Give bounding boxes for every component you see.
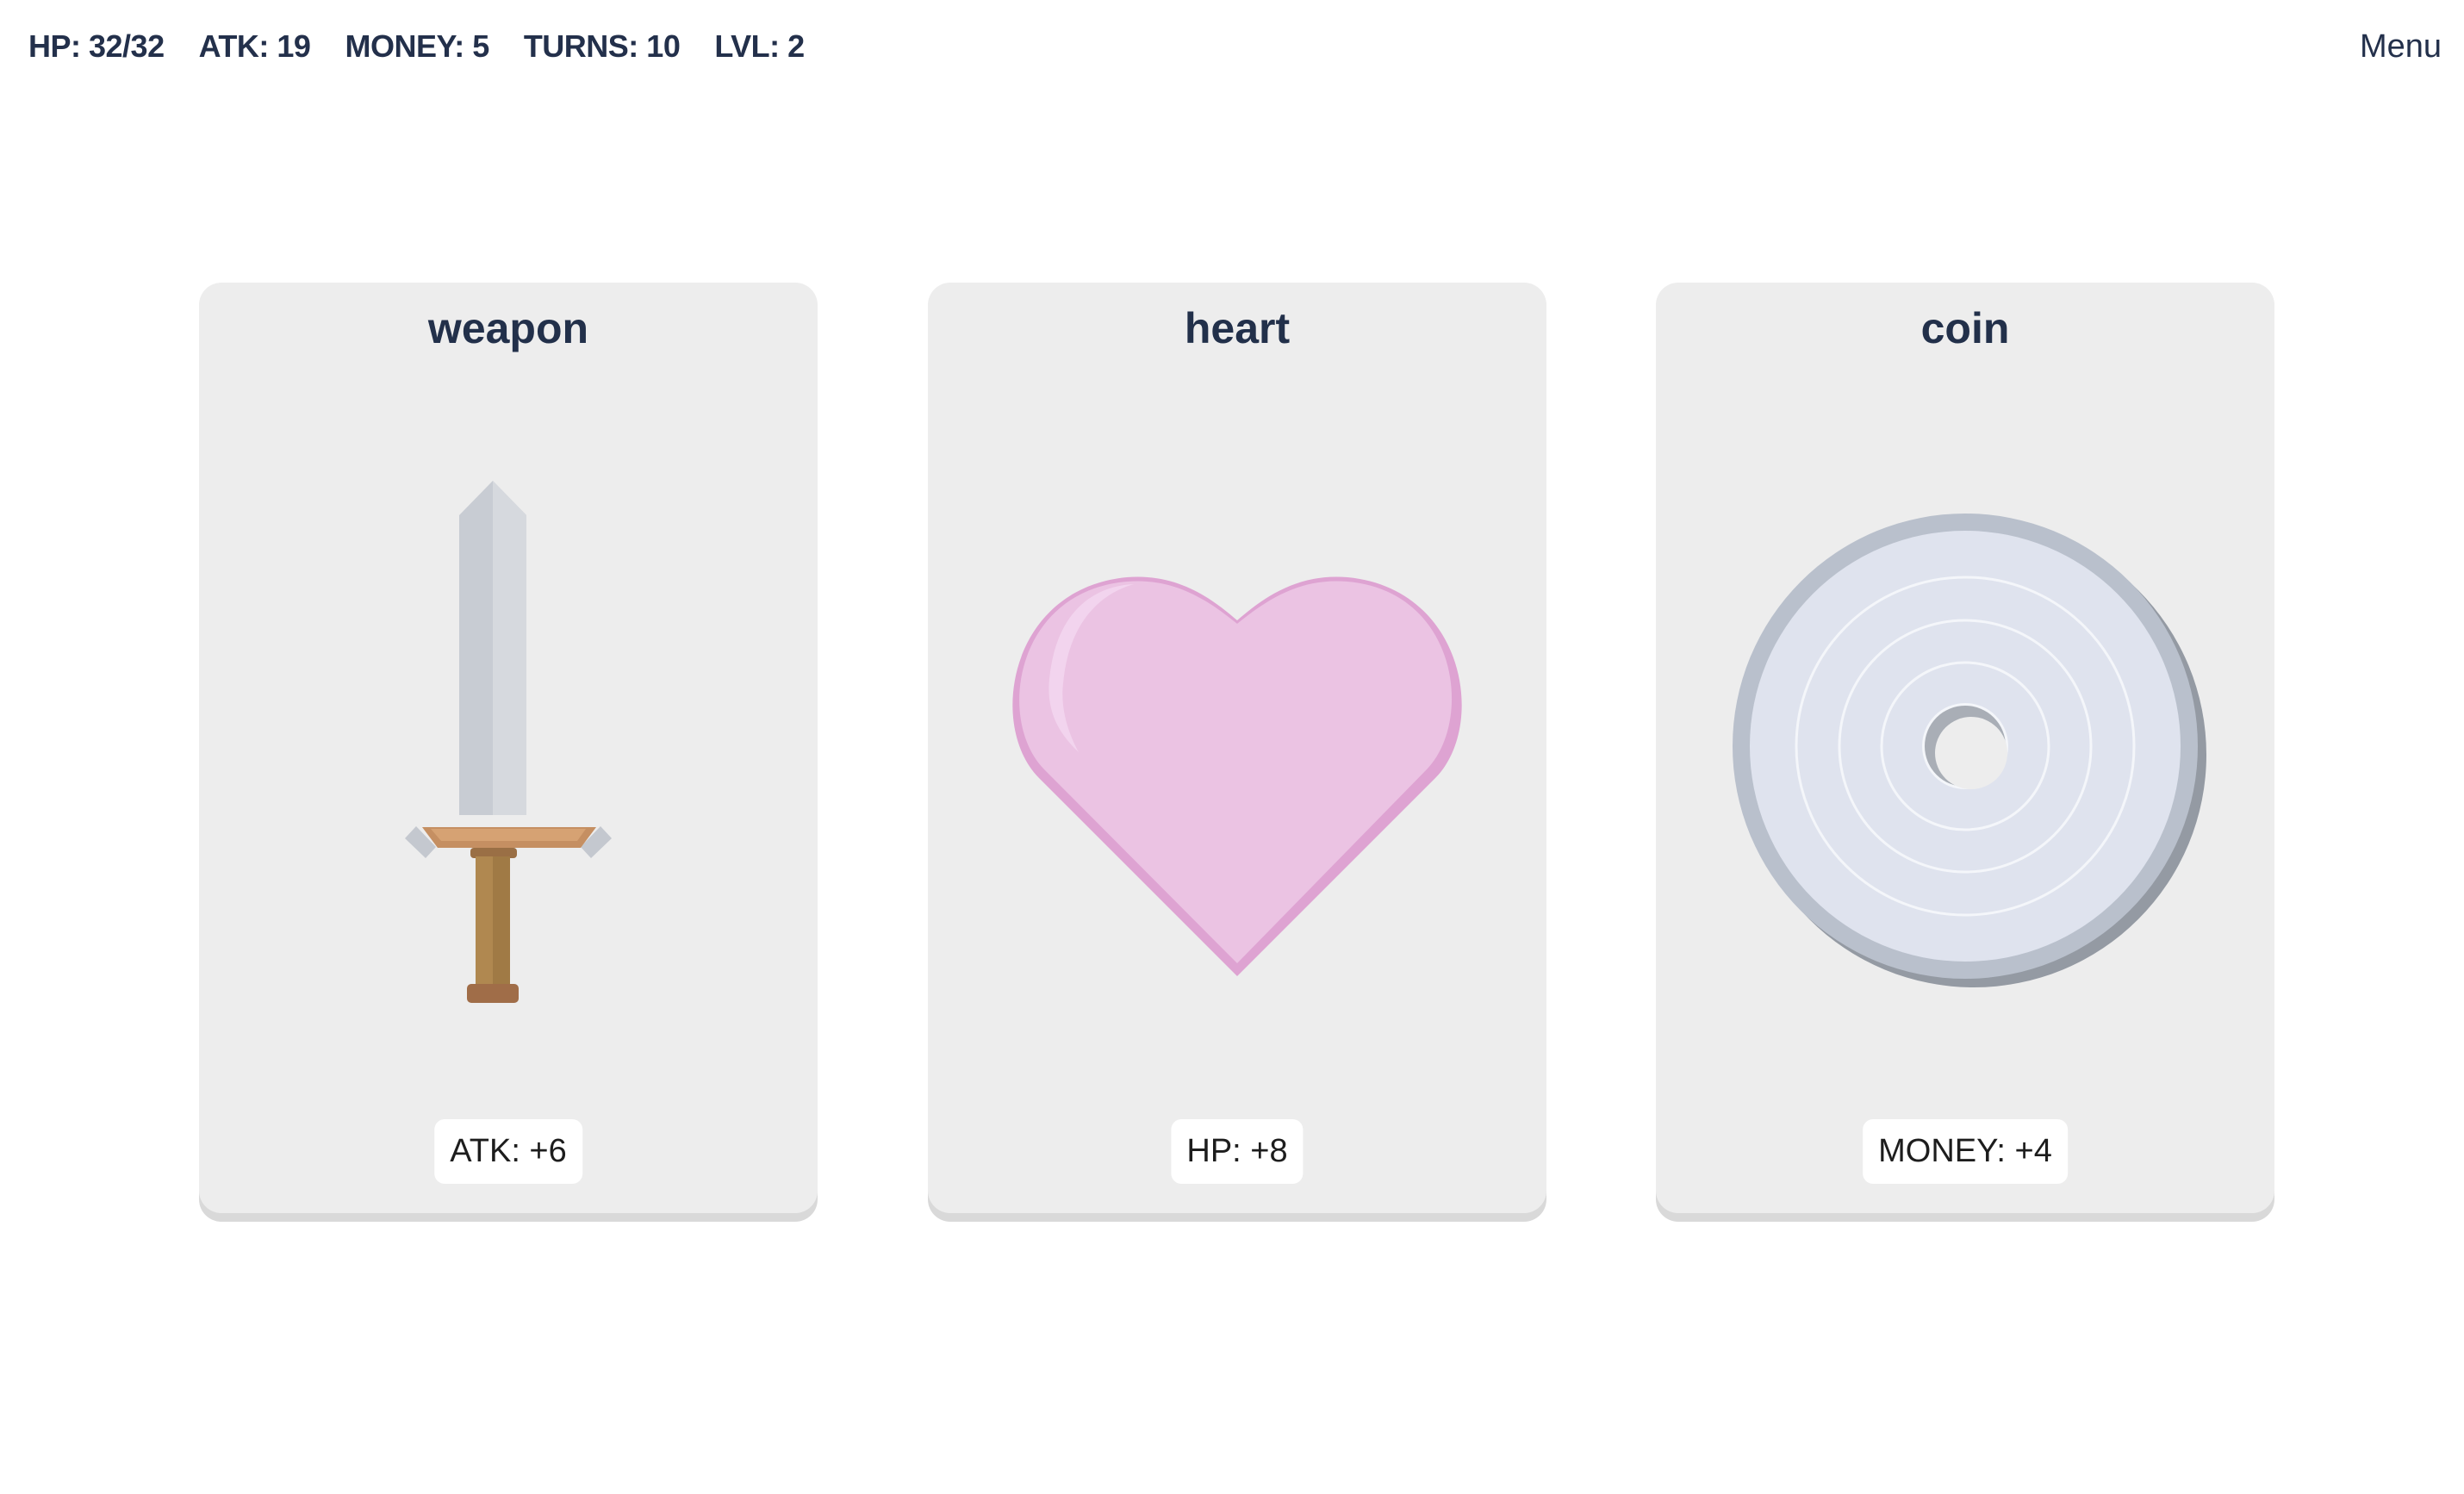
card-weapon[interactable]: weapon ATK: +6 bbox=[199, 283, 818, 1213]
sword-icon bbox=[405, 481, 612, 1003]
card-effect-badge: ATK: +6 bbox=[434, 1119, 582, 1184]
card-title: coin bbox=[1920, 304, 2010, 352]
card-coin[interactable]: coin MONEY: +4 bbox=[1656, 283, 2274, 1213]
atk-stat: ATK: 19 bbox=[198, 28, 311, 64]
card-effect-badge: MONEY: +4 bbox=[1863, 1119, 2068, 1184]
hp-stat: HP: 32/32 bbox=[28, 28, 165, 64]
card-art bbox=[928, 438, 1546, 1058]
heart-icon bbox=[1012, 576, 1462, 976]
card-effect-badge: HP: +8 bbox=[1171, 1119, 1304, 1184]
level-stat: LVL: 2 bbox=[714, 28, 805, 64]
menu-button[interactable]: Menu bbox=[2355, 24, 2447, 69]
card-heart[interactable]: heart HP: +8 bbox=[928, 283, 1546, 1213]
turns-stat: TURNS: 10 bbox=[523, 28, 681, 64]
coin-icon bbox=[1733, 514, 2206, 987]
card-title: heart bbox=[1184, 304, 1291, 352]
money-stat: MONEY: 5 bbox=[345, 28, 489, 64]
card-art bbox=[199, 438, 818, 1058]
card-art bbox=[1656, 438, 2274, 1058]
card-title: weapon bbox=[427, 304, 589, 352]
status-bar: HP: 32/32 ATK: 19 MONEY: 5 TURNS: 10 LVL… bbox=[28, 24, 805, 69]
